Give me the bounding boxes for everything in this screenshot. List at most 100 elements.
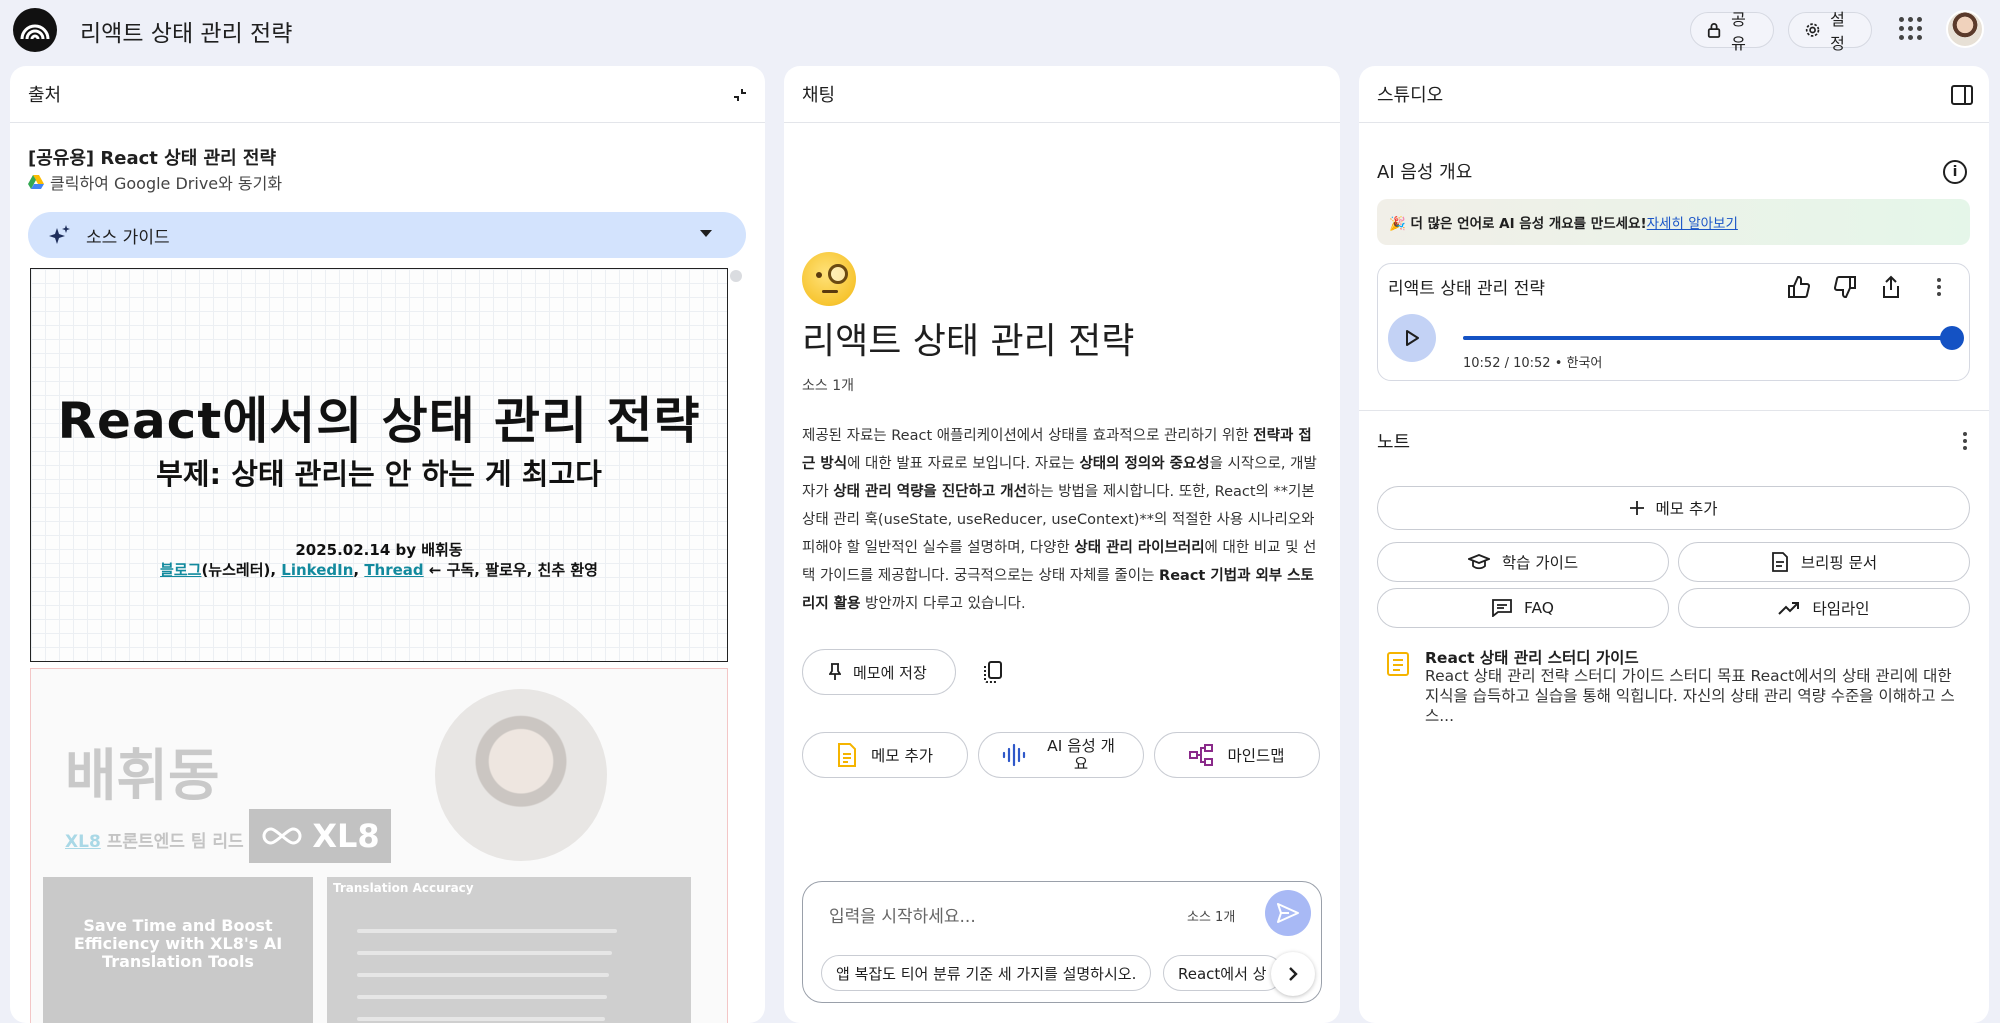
add-memo-button[interactable]: 메모 추가	[1377, 486, 1970, 530]
apps-grid-icon[interactable]	[1898, 16, 1922, 40]
slide-date-author: 2025.02.14 by 배휘동	[295, 541, 463, 559]
sources-panel: 출처 [공유용] React 상태 관리 전략 클릭하여 Google Driv…	[10, 66, 765, 1023]
accuracy-bar	[357, 1017, 605, 1021]
timeline-label: 타임라인	[1812, 600, 1870, 618]
more-options-icon[interactable]	[1924, 272, 1954, 302]
briefing-doc-icon	[1771, 552, 1788, 572]
blog-suffix: (뉴스레터),	[201, 561, 282, 579]
audio-seek-handle[interactable]	[1940, 326, 1964, 350]
info-icon[interactable]: i	[1943, 160, 1967, 184]
note-doc-icon	[1387, 652, 1409, 676]
slide-links: 블로그(뉴스레터), LinkedIn, Thread ← 구독, 팔로우, 친…	[31, 559, 727, 580]
thumbs-up-icon[interactable]	[1784, 272, 1814, 302]
mindmap-action-button[interactable]: 마인드맵	[1154, 732, 1320, 778]
play-button[interactable]	[1388, 314, 1436, 362]
send-button[interactable]	[1265, 890, 1311, 936]
play-icon	[1406, 330, 1419, 346]
chat-panel: 채팅 리액트 상태 관리 전략 소스 1개 제공된 자료는 React 애플리케…	[784, 66, 1340, 1023]
briefing-doc-button[interactable]: 브리핑 문서	[1678, 542, 1970, 582]
composer-source-count: 소스 1개	[1187, 910, 1236, 925]
notebook-summary: 제공된 자료는 React 애플리케이션에서 상태를 효과적으로 관리하기 위한…	[802, 428, 1317, 612]
chevron-down-icon	[700, 230, 712, 237]
sources-header: 출처	[10, 66, 765, 123]
chat-panel-title: 채팅	[802, 85, 836, 106]
thumbs-down-icon[interactable]	[1830, 272, 1860, 302]
audio-progress-fill	[1463, 336, 1951, 340]
avatar[interactable]	[1946, 10, 1984, 48]
note-preview: React 상태 관리 전략 스터디 가이드 스터디 목표 React에서의 상…	[1425, 667, 1955, 725]
audio-overview-card: 리액트 상태 관리 전략 10:52 / 10:52 • 한국어	[1377, 263, 1970, 381]
promo-card-text: Save Time and Boost Efficiency with XL8'…	[73, 916, 283, 971]
note-title: React 상태 관리 스터디 가이드	[1425, 649, 1639, 667]
add-memo-action-button[interactable]: 메모 추가	[802, 732, 968, 778]
faq-label: FAQ	[1523, 599, 1555, 617]
chat-notebook-title: 리액트 상태 관리 전략	[802, 321, 1135, 362]
collapse-icon[interactable]	[727, 82, 753, 108]
audio-waveform-icon	[1002, 743, 1026, 767]
studio-panel: 스튜디오 AI 음성 개요 i 🎉 더 많은 언어로 AI 음성 개요를 만드세…	[1359, 66, 1989, 1023]
linkedin-link[interactable]: LinkedIn	[281, 561, 353, 579]
top-bar: 리액트 상태 관리 전략 공유 설정	[0, 0, 2000, 58]
copy-icon[interactable]	[982, 660, 1004, 688]
source-guide-toggle[interactable]: 소스 가이드	[28, 212, 746, 258]
note-icon	[838, 743, 857, 767]
share-button[interactable]: 공유	[1690, 10, 1774, 53]
notebooklm-logo-icon[interactable]	[13, 8, 57, 52]
suggestions-next-button[interactable]	[1271, 952, 1315, 996]
studio-header: 스튜디오	[1359, 66, 1989, 123]
infinity-logo-icon	[262, 827, 302, 845]
monocle-emoji-icon	[802, 252, 856, 306]
sparkle-icon	[49, 225, 70, 244]
chat-composer: 입력을 시작하세요... 소스 1개 앱 복잡도 티어 분류 기준 세 가지를 …	[802, 881, 1322, 1003]
slide-profile: 배휘동 XL8 프론트엔드 팀 리드 XL8 Save Time and Boo…	[30, 668, 728, 1023]
xl8-promo-card: Save Time and Boost Efficiency with XL8'…	[43, 877, 313, 1023]
settings-label: 설정	[1830, 10, 1845, 53]
save-to-memo-button[interactable]: 메모에 저장	[802, 649, 956, 695]
links-tail: ← 구독, 팔로우, 친추 환영	[423, 561, 598, 579]
timeline-button[interactable]: 타임라인	[1678, 588, 1970, 628]
profile-photo	[435, 689, 607, 861]
source-guide-label: 소스 가이드	[86, 227, 170, 248]
thread-link[interactable]: Thread	[364, 561, 423, 579]
profile-name: 배휘동	[65, 744, 220, 809]
share-icon[interactable]	[1876, 272, 1906, 302]
audio-overview-action-label: AI 음성 개요	[1047, 737, 1115, 773]
gear-icon	[1805, 23, 1820, 37]
pin-icon	[829, 663, 841, 680]
panel-toggle-icon[interactable]	[1949, 82, 1975, 108]
accuracy-card-title: Translation Accuracy	[333, 881, 474, 895]
company-link: XL8	[65, 832, 101, 852]
suggestion-chip[interactable]: React에서 상	[1163, 955, 1283, 991]
accuracy-card: Translation Accuracy	[327, 877, 691, 1023]
lock-icon	[1707, 23, 1721, 38]
chat-source-count: 소스 1개	[802, 378, 854, 394]
suggestion-chip[interactable]: 앱 복잡도 티어 분류 기준 세 가지를 설명하시오.	[821, 955, 1151, 991]
chat-header: 채팅	[784, 66, 1340, 123]
plus-icon	[1629, 501, 1644, 515]
accuracy-bar	[357, 951, 612, 955]
blog-link[interactable]: 블로그	[160, 561, 201, 579]
faq-button[interactable]: FAQ	[1377, 588, 1669, 628]
briefing-doc-label: 브리핑 문서	[1800, 554, 1878, 572]
add-memo-action-label: 메모 추가	[871, 747, 933, 765]
drive-sync-link[interactable]: 클릭하여 Google Drive와 동기화	[28, 170, 282, 194]
role-text: 프론트엔드 팀 리드	[100, 832, 244, 852]
notebook-title[interactable]: 리액트 상태 관리 전략	[80, 14, 292, 48]
trending-up-icon	[1778, 602, 1800, 615]
settings-button[interactable]: 설정	[1788, 10, 1872, 53]
graduation-cap-icon	[1467, 554, 1490, 570]
audio-progress-bar[interactable]	[1463, 336, 1951, 340]
learn-more-link[interactable]: 자세히 알아보기	[1647, 212, 1738, 232]
scrollbar-thumb[interactable]	[730, 270, 742, 282]
share-label: 공유	[1731, 10, 1746, 53]
slide-heading: React에서의 상태 관리 전략	[57, 392, 701, 450]
audio-overview-action-button[interactable]: AI 음성 개요	[978, 732, 1144, 778]
study-guide-button[interactable]: 학습 가이드	[1377, 542, 1669, 582]
xl8-logo: XL8	[249, 809, 391, 863]
google-drive-icon	[28, 175, 44, 189]
accuracy-bar	[357, 929, 617, 933]
slide-subheading: 부제: 상태 관리는 안 하는 게 최고다	[156, 457, 602, 491]
notes-more-icon[interactable]	[1963, 432, 1967, 450]
link-separator: ,	[353, 561, 365, 579]
chat-input[interactable]: 입력을 시작하세요...	[829, 902, 976, 927]
